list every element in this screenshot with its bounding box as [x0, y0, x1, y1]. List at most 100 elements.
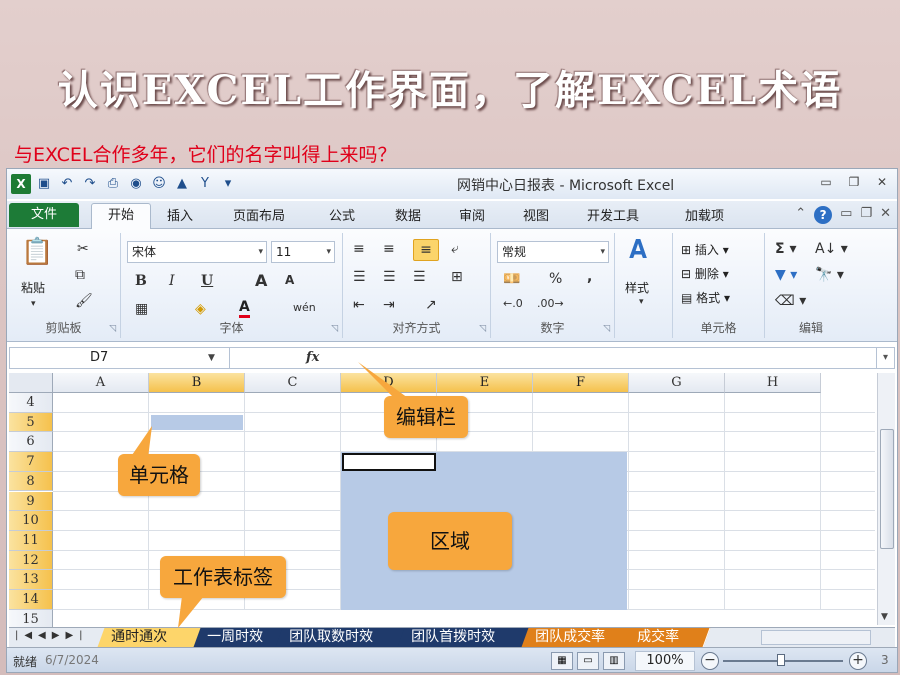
column-header-a[interactable]: A: [53, 373, 149, 393]
row-header-12[interactable]: 12: [9, 550, 53, 571]
paste-label[interactable]: 粘贴: [21, 279, 45, 296]
decrease-decimal-icon[interactable]: .00→: [537, 297, 564, 310]
ribbon-collapse-icon[interactable]: ⌃: [795, 206, 806, 224]
save-icon[interactable]: ▣: [34, 174, 54, 194]
horizontal-scrollbar[interactable]: [761, 630, 871, 645]
restore-icon[interactable]: ❐: [845, 173, 863, 191]
column-header-h[interactable]: H: [725, 373, 821, 393]
chevron-down-icon[interactable]: ▼: [208, 348, 215, 368]
find-select-icon[interactable]: 🔭 ▾: [815, 267, 844, 283]
italic-button[interactable]: I: [169, 273, 175, 289]
column-header-f[interactable]: F: [533, 373, 629, 393]
copy-icon[interactable]: ⧉: [75, 267, 85, 283]
scroll-down-icon[interactable]: ▼: [881, 612, 888, 622]
redo-icon[interactable]: ↷: [80, 174, 100, 194]
tab-file[interactable]: 文件: [9, 203, 79, 227]
smiley-icon[interactable]: ☺: [149, 174, 169, 194]
align-middle-icon[interactable]: ≡: [383, 241, 395, 257]
tab-data[interactable]: 数据: [395, 205, 421, 224]
align-center-icon[interactable]: ☰: [383, 269, 396, 285]
sheet-tab[interactable]: 成交率: [623, 628, 711, 647]
row-header-14[interactable]: 14: [9, 590, 53, 610]
customize-qat-icon[interactable]: ▾: [218, 174, 238, 194]
fill-icon[interactable]: ▼ ▾: [775, 267, 797, 283]
excel-logo-icon[interactable]: X: [11, 174, 31, 194]
camera-icon[interactable]: ◉: [126, 174, 146, 194]
sheet-tab[interactable]: 团队取数时效: [275, 628, 413, 647]
align-top-icon[interactable]: ≡: [353, 241, 365, 257]
styles-dropdown-icon[interactable]: ▾: [639, 297, 644, 307]
column-header-g[interactable]: G: [629, 373, 725, 393]
close-icon[interactable]: ✕: [873, 173, 891, 191]
help-icon[interactable]: ?: [814, 206, 833, 224]
increase-indent-icon[interactable]: ⇥: [383, 297, 395, 313]
paste-icon[interactable]: 📋: [21, 237, 53, 267]
delete-cells-button[interactable]: ⊟ 删除 ▾: [681, 265, 729, 282]
row-header-5[interactable]: 5: [9, 412, 53, 433]
doc-minimize-icon[interactable]: ▭: [840, 206, 852, 224]
align-bottom-icon[interactable]: ≡: [413, 239, 439, 261]
row-header-4[interactable]: 4: [9, 393, 53, 413]
styles-icon[interactable]: 𝐀: [629, 235, 647, 266]
page-layout-view-icon[interactable]: ▭: [577, 652, 599, 670]
tab-addins[interactable]: 加载项: [685, 205, 724, 224]
row-header-8[interactable]: 8: [9, 471, 53, 492]
autosum-icon[interactable]: Σ ▾: [775, 241, 796, 257]
percent-button[interactable]: %: [549, 271, 562, 287]
sheet-tab[interactable]: 团队首拨时效: [397, 628, 537, 647]
number-format-select[interactable]: 常规 ▾: [497, 241, 609, 263]
column-header-e[interactable]: E: [437, 373, 533, 393]
insert-cells-button[interactable]: ⊞ 插入 ▾: [681, 241, 729, 258]
tab-insert[interactable]: 插入: [167, 205, 193, 224]
sheet-tab[interactable]: 团队成交率: [521, 628, 639, 647]
currency-icon[interactable]: 💴: [503, 271, 520, 287]
page-break-view-icon[interactable]: ▥: [603, 652, 625, 670]
doc-restore-icon[interactable]: ❐: [860, 206, 872, 224]
row-header-13[interactable]: 13: [9, 570, 53, 590]
chart-icon[interactable]: ▲: [172, 174, 192, 194]
expand-formula-bar-icon[interactable]: ▾: [876, 348, 894, 368]
decrease-indent-icon[interactable]: ⇤: [353, 297, 365, 313]
number-launcher-icon[interactable]: ◹: [603, 324, 610, 334]
insert-function-icon[interactable]: fx: [306, 348, 319, 368]
zoom-slider-thumb[interactable]: [777, 654, 785, 666]
sort-filter-icon[interactable]: A↓ ▾: [815, 241, 848, 257]
font-color-button[interactable]: A: [239, 299, 250, 318]
increase-decimal-icon[interactable]: ←.0: [503, 297, 523, 310]
format-painter-icon[interactable]: 🖌: [75, 293, 93, 309]
row-header-9[interactable]: 9: [9, 491, 53, 512]
filter-icon[interactable]: Y: [195, 174, 215, 194]
row-header-11[interactable]: 11: [9, 530, 53, 551]
orientation-icon[interactable]: ↗: [425, 297, 437, 313]
shrink-font-button[interactable]: A: [285, 273, 294, 287]
underline-button[interactable]: U: [201, 273, 213, 289]
borders-icon[interactable]: ▦: [135, 301, 148, 317]
row-header-10[interactable]: 10: [9, 511, 53, 531]
sheet-nav-icons[interactable]: |◀◀▶▶|: [15, 630, 89, 641]
select-all-corner[interactable]: [9, 373, 53, 393]
sheet-tab[interactable]: 通时通次: [97, 628, 209, 647]
paste-dropdown-icon[interactable]: ▾: [31, 299, 36, 309]
comma-button[interactable]: ,: [587, 269, 592, 285]
tab-formulas[interactable]: 公式: [329, 205, 355, 224]
clipboard-launcher-icon[interactable]: ◹: [109, 324, 116, 334]
active-cell-d7[interactable]: [342, 453, 436, 471]
font-name-select[interactable]: 宋体 ▾: [127, 241, 267, 263]
bold-button[interactable]: B: [135, 273, 147, 289]
wrap-text-icon[interactable]: ⤶: [451, 241, 459, 257]
tab-page-layout[interactable]: 页面布局: [233, 205, 285, 224]
phonetic-button[interactable]: wén: [293, 301, 316, 314]
vertical-scroll-thumb[interactable]: [880, 429, 894, 549]
zoom-out-icon[interactable]: −: [701, 652, 719, 670]
tab-home[interactable]: 开始: [91, 203, 151, 230]
styles-button[interactable]: 样式: [625, 279, 649, 296]
print-preview-icon[interactable]: ⎙: [103, 174, 123, 194]
minimize-icon[interactable]: ▭: [817, 173, 835, 191]
tab-review[interactable]: 审阅: [459, 205, 485, 224]
font-launcher-icon[interactable]: ◹: [331, 324, 338, 334]
alignment-launcher-icon[interactable]: ◹: [479, 324, 486, 334]
grow-font-button[interactable]: A: [255, 271, 267, 290]
row-header-7[interactable]: 7: [9, 452, 53, 472]
merge-center-icon[interactable]: ⊞: [451, 269, 463, 285]
align-left-icon[interactable]: ☰: [353, 269, 366, 285]
